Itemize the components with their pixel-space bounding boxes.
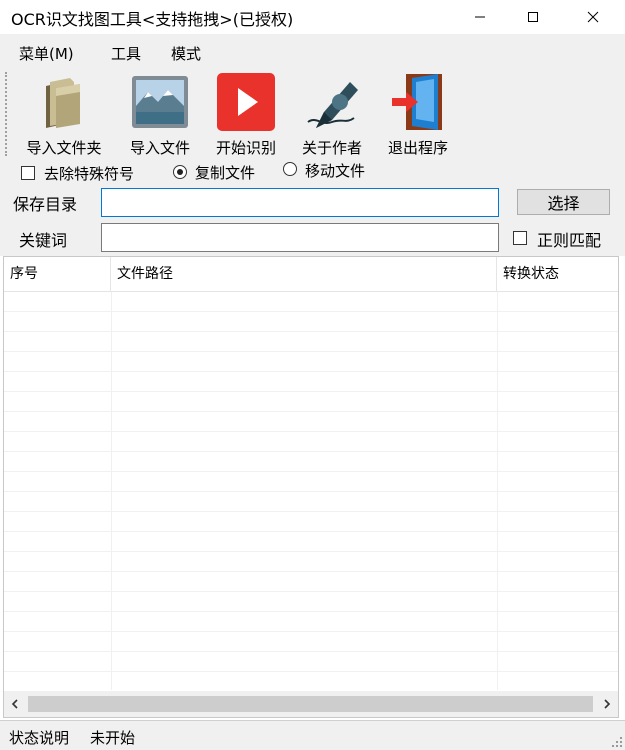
- chevron-left-icon: [11, 699, 18, 709]
- image-file-icon: [132, 76, 188, 128]
- column-divider: [497, 292, 498, 690]
- about-author-button[interactable]: 关于作者: [289, 66, 375, 162]
- move-file-radio[interactable]: [283, 162, 297, 176]
- keyword-label: 关键词: [19, 231, 68, 250]
- menu-item-main[interactable]: 菜单(M): [19, 43, 74, 64]
- table-row[interactable]: [4, 572, 618, 592]
- title-bar[interactable]: OCR识文找图工具<支持拖拽>(已授权): [0, 0, 625, 34]
- menu-item-mode[interactable]: 模式: [171, 43, 201, 64]
- table-row[interactable]: [4, 392, 618, 412]
- exit-program-button[interactable]: 退出程序: [375, 66, 461, 162]
- scroll-thumb[interactable]: [28, 696, 593, 712]
- about-author-label: 关于作者: [301, 139, 362, 157]
- start-recognition-label: 开始识别: [215, 139, 276, 157]
- play-icon: [217, 73, 275, 131]
- regex-label[interactable]: 正则匹配: [537, 227, 601, 251]
- regex-checkbox[interactable]: [513, 231, 527, 245]
- toolbar-grip[interactable]: [5, 72, 8, 156]
- pen-icon: [307, 82, 358, 128]
- table-row[interactable]: [4, 292, 618, 312]
- import-file-label: 导入文件: [129, 139, 190, 157]
- status-value: 未开始: [90, 729, 136, 747]
- copy-file-label[interactable]: 复制文件: [195, 162, 255, 183]
- browse-button[interactable]: 选择: [517, 189, 610, 215]
- table-row[interactable]: [4, 612, 618, 632]
- table-row[interactable]: [4, 472, 618, 492]
- save-dir-label: 保存目录: [13, 195, 78, 214]
- copy-file-radio[interactable]: [173, 165, 187, 179]
- minimize-button[interactable]: [457, 0, 503, 34]
- chevron-right-icon: [604, 699, 611, 709]
- menu-item-tools[interactable]: 工具: [111, 43, 141, 64]
- menu-bar: 菜单(M) 工具 模式: [0, 34, 625, 66]
- status-label: 状态说明: [9, 729, 70, 747]
- save-dir-input[interactable]: [101, 188, 499, 217]
- table-row[interactable]: [4, 552, 618, 572]
- table-row[interactable]: [4, 652, 618, 672]
- folder-icon: [46, 78, 80, 128]
- table-row[interactable]: [4, 312, 618, 332]
- table-header: 序号 文件路径 转换状态: [4, 257, 618, 292]
- exit-door-icon: [392, 74, 442, 130]
- import-folder-label: 导入文件夹: [26, 139, 102, 157]
- start-recognition-button[interactable]: 开始识别: [203, 66, 289, 162]
- keyword-input[interactable]: [101, 223, 499, 252]
- move-file-label[interactable]: 移动文件: [305, 160, 365, 181]
- file-list-table[interactable]: 序号 文件路径 转换状态: [3, 256, 619, 718]
- table-row[interactable]: [4, 492, 618, 512]
- scroll-left-button[interactable]: [4, 691, 26, 717]
- import-file-button[interactable]: 导入文件: [117, 66, 203, 162]
- column-header-path[interactable]: 文件路径: [111, 257, 497, 292]
- window-title: OCR识文找图工具<支持拖拽>(已授权): [11, 10, 294, 29]
- remove-special-chars-label[interactable]: 去除特殊符号: [44, 163, 134, 184]
- table-body[interactable]: [4, 292, 618, 690]
- table-row[interactable]: [4, 592, 618, 612]
- exit-program-label: 退出程序: [387, 139, 448, 157]
- horizontal-scrollbar[interactable]: [4, 691, 618, 717]
- maximize-icon: [528, 12, 538, 22]
- remove-special-chars-checkbox[interactable]: [21, 166, 35, 180]
- import-folder-button[interactable]: 导入文件夹: [21, 66, 107, 162]
- table-row[interactable]: [4, 512, 618, 532]
- column-divider: [111, 292, 112, 690]
- table-row[interactable]: [4, 632, 618, 652]
- table-row[interactable]: [4, 532, 618, 552]
- maximize-button[interactable]: [510, 0, 556, 34]
- close-icon: [587, 11, 599, 23]
- table-row[interactable]: [4, 432, 618, 452]
- settings-form: 保存目录 选择 关键词 正则匹配: [0, 184, 625, 256]
- status-bar: 状态说明 未开始: [0, 720, 625, 750]
- minimize-icon: [475, 16, 485, 18]
- column-header-status[interactable]: 转换状态: [497, 257, 618, 292]
- table-row[interactable]: [4, 412, 618, 432]
- table-row[interactable]: [4, 372, 618, 392]
- table-row[interactable]: [4, 332, 618, 352]
- toolbar: 导入文件夹 导入文件 开始识别 关于作者 退出程序: [0, 66, 625, 162]
- close-button[interactable]: [570, 0, 616, 34]
- scroll-right-button[interactable]: [596, 691, 618, 717]
- table-row[interactable]: [4, 352, 618, 372]
- column-header-index[interactable]: 序号: [4, 257, 111, 292]
- table-row[interactable]: [4, 452, 618, 472]
- resize-grip-icon[interactable]: [611, 736, 623, 748]
- options-row: 去除特殊符号 复制文件 移动文件: [0, 160, 625, 184]
